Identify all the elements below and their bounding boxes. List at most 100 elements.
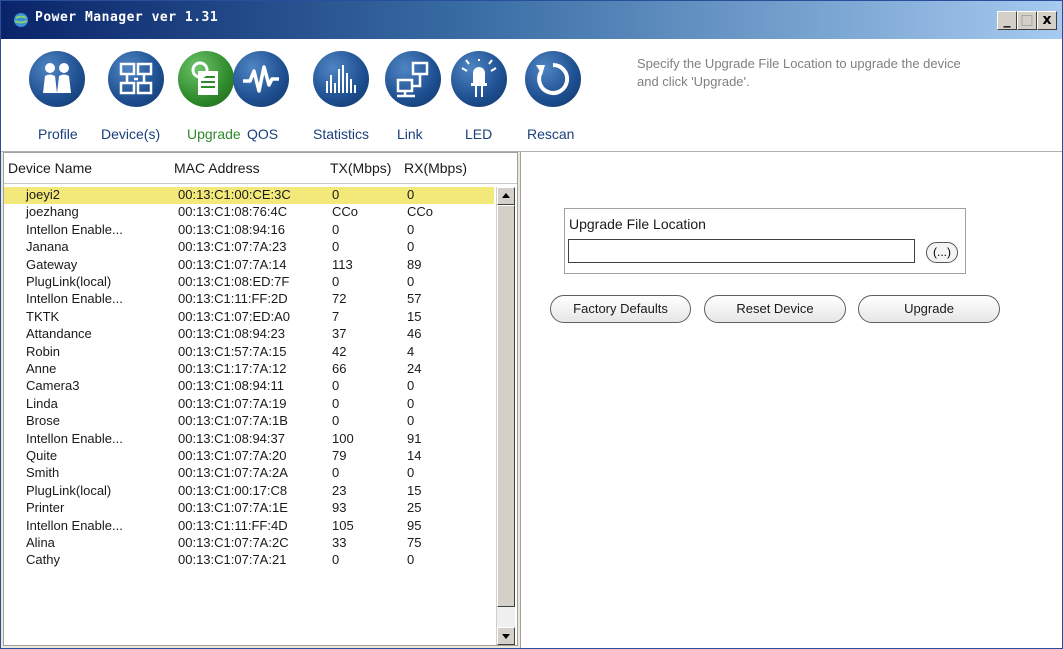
vertical-scrollbar[interactable] [496, 187, 515, 645]
browse-button[interactable]: (...) [926, 242, 958, 263]
device-row[interactable]: Alina 00:13:C1:07:7A:2C 33 75 [4, 535, 494, 552]
device-row[interactable]: Intellon Enable... 00:13:C1:08:94:16 0 0 [4, 222, 494, 239]
device-row[interactable]: PlugLink(local) 00:13:C1:08:ED:7F 0 0 [4, 274, 494, 291]
tx-cell: 0 [332, 552, 340, 568]
mac-address-cell: 00:13:C1:08:76:4C [178, 204, 288, 220]
device-row[interactable]: Cathy 00:13:C1:07:7A:21 0 0 [4, 552, 494, 569]
device-row[interactable]: joeyi2 00:13:C1:00:CE:3C 0 0 [4, 187, 494, 204]
minimize-button[interactable]: _ [997, 11, 1017, 30]
device-name-cell: TKTK [26, 308, 60, 324]
tx-cell: 72 [332, 291, 347, 307]
arrow-up-icon [502, 193, 510, 198]
tx-cell: 42 [332, 343, 347, 359]
title-bar[interactable]: Power Manager ver 1.31 _ □ x [1, 1, 1062, 39]
device-row[interactable]: Robin 00:13:C1:57:7A:15 42 4 [4, 344, 494, 361]
scroll-thumb[interactable] [497, 205, 515, 607]
device-row[interactable]: Intellon Enable... 00:13:C1:08:94:37 100 91 [4, 431, 494, 448]
device-list-pane: Device Name MAC Address TX(Mbps) RX(Mbps… [3, 152, 518, 646]
rx-cell: 0 [407, 239, 415, 255]
rx-cell: 0 [407, 187, 415, 202]
close-button[interactable]: x [1037, 11, 1057, 30]
device-row[interactable]: Quite 00:13:C1:07:7A:20 79 14 [4, 448, 494, 465]
tx-cell: 37 [332, 326, 347, 342]
device-name-cell: Brose [26, 413, 60, 429]
upgrade-file-label: Upgrade File Location [569, 216, 706, 232]
rx-cell: 0 [407, 395, 415, 411]
upgrade-pane: Upgrade File Location (...) Factory Defa… [520, 152, 1062, 648]
device-name-cell: Intellon Enable... [26, 291, 123, 307]
column-header-rx[interactable]: RX(Mbps) [404, 160, 467, 176]
led-icon [451, 51, 507, 107]
device-name-cell: Anne [26, 361, 57, 376]
column-header-device-name[interactable]: Device Name [8, 160, 92, 176]
tx-cell: 66 [332, 361, 347, 376]
mac-address-cell: 00:13:C1:07:7A:1B [178, 413, 288, 429]
tx-cell: 0 [332, 187, 340, 202]
tx-cell: CCo [332, 204, 359, 220]
mac-address-cell: 00:13:C1:57:7A:15 [178, 343, 287, 359]
rx-cell: 0 [407, 413, 415, 429]
rx-cell: 95 [407, 517, 422, 533]
app-globe-icon [14, 13, 28, 27]
bar-chart-icon [313, 51, 369, 107]
device-name-cell: Smith [26, 465, 60, 481]
scroll-up-button[interactable] [497, 187, 515, 205]
mac-address-cell: 00:13:C1:07:7A:2A [178, 465, 288, 481]
upgrade-icon [178, 51, 234, 107]
mac-address-cell: 00:13:C1:08:94:11 [178, 378, 285, 394]
device-row[interactable]: Smith 00:13:C1:07:7A:2A 0 0 [4, 465, 494, 482]
mac-address-cell: 00:13:C1:07:7A:19 [178, 395, 287, 411]
upgrade-file-path-input[interactable] [568, 239, 915, 263]
device-row[interactable]: Anne 00:13:C1:17:7A:12 66 24 [4, 361, 494, 378]
device-row[interactable]: Intellon Enable... 00:13:C1:11:FF:2D 72 57 [4, 291, 494, 308]
device-row[interactable]: Janana 00:13:C1:07:7A:23 0 0 [4, 239, 494, 256]
tool-label: Link [397, 126, 423, 142]
scroll-down-button[interactable] [497, 627, 515, 645]
mac-address-cell: 00:13:C1:08:ED:7F [178, 274, 290, 289]
rx-cell: 0 [407, 465, 415, 481]
tool-label: Statistics [313, 126, 370, 142]
device-row[interactable]: Camera3 00:13:C1:08:94:11 0 0 [4, 378, 494, 395]
mac-address-cell: 00:13:C1:17:7A:12 [178, 361, 287, 376]
tool-label: Upgrade [187, 126, 241, 142]
upgrade-button[interactable]: Upgrade [858, 295, 1000, 323]
rx-cell: 15 [407, 482, 422, 498]
device-list-header: Device Name MAC Address TX(Mbps) RX(Mbps… [4, 153, 517, 184]
column-header-tx[interactable]: TX(Mbps) [330, 160, 391, 176]
rx-cell: 25 [407, 500, 422, 516]
mac-address-cell: 00:13:C1:11:FF:4D [178, 517, 288, 533]
rx-cell: 24 [407, 361, 422, 376]
maximize-button[interactable]: □ [1017, 11, 1037, 30]
mac-address-cell: 00:13:C1:08:94:23 [178, 326, 285, 342]
device-row[interactable]: Gateway 00:13:C1:07:7A:14 113 89 [4, 257, 494, 274]
device-row[interactable]: PlugLink(local) 00:13:C1:00:17:C8 23 15 [4, 483, 494, 500]
tx-cell: 0 [332, 239, 340, 255]
tx-cell: 93 [332, 500, 347, 516]
device-row[interactable]: Attandance 00:13:C1:08:94:23 37 46 [4, 326, 494, 343]
device-row[interactable]: Intellon Enable... 00:13:C1:11:FF:4D 105 95 [4, 518, 494, 535]
tx-cell: 0 [332, 274, 340, 289]
device-row[interactable]: Brose 00:13:C1:07:7A:1B 0 0 [4, 413, 494, 430]
device-name-cell: Gateway [26, 256, 78, 272]
tx-cell: 0 [332, 221, 340, 237]
tx-cell: 0 [332, 465, 340, 481]
factory-defaults-button[interactable]: Factory Defaults [550, 295, 691, 323]
device-name-cell: Intellon Enable... [26, 430, 123, 446]
rx-cell: 46 [407, 326, 422, 342]
device-row[interactable]: joezhang 00:13:C1:08:76:4C CCo CCo [4, 204, 494, 221]
mac-address-cell: 00:13:C1:08:94:37 [178, 430, 285, 446]
device-row[interactable]: TKTK 00:13:C1:07:ED:A0 7 15 [4, 309, 494, 326]
reset-device-button[interactable]: Reset Device [704, 295, 846, 323]
mac-address-cell: 00:13:C1:00:CE:3C [178, 187, 291, 202]
tool-label: QOS [247, 126, 279, 142]
tx-cell: 105 [332, 517, 354, 533]
mac-address-cell: 00:13:C1:00:17:C8 [178, 482, 288, 498]
mac-address-cell: 00:13:C1:07:7A:14 [178, 256, 287, 272]
device-name-cell: Alina [26, 535, 55, 550]
column-header-mac[interactable]: MAC Address [174, 160, 260, 176]
toolbar: Profile Device(s) Upgrade QOS Statistics [1, 39, 1062, 152]
device-name-cell: Robin [26, 343, 60, 359]
device-row[interactable]: Linda 00:13:C1:07:7A:19 0 0 [4, 396, 494, 413]
rx-cell: CCo [407, 204, 434, 220]
device-row[interactable]: Printer 00:13:C1:07:7A:1E 93 25 [4, 500, 494, 517]
